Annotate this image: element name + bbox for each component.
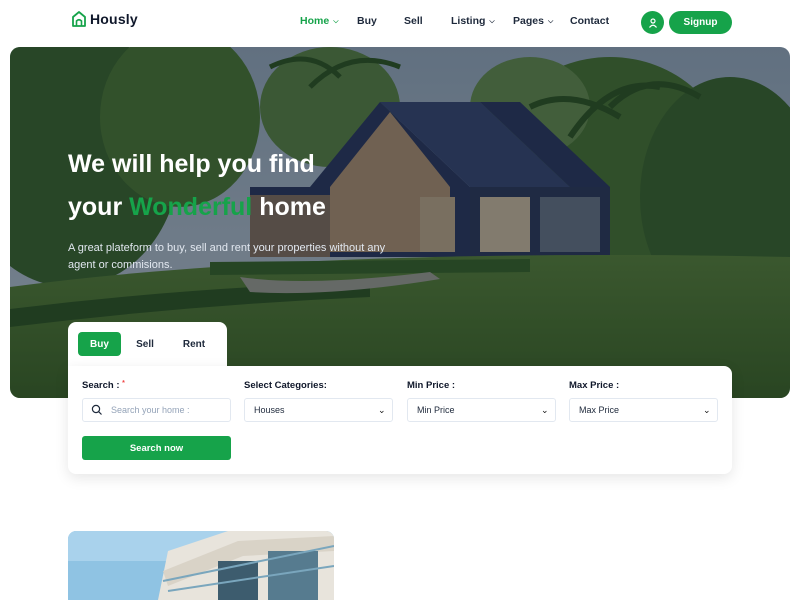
hero-title: We will help you find your Wonderful hom… [68, 143, 408, 229]
chevron-down-icon: ⌄ [541, 404, 549, 415]
building-image [68, 531, 334, 600]
required-mark: * [122, 380, 125, 387]
chevron-down-icon: ⌄ [703, 404, 711, 415]
tab-buy[interactable]: Buy [78, 332, 121, 356]
nav-item-buy[interactable]: Buy [357, 15, 387, 27]
chevron-down-icon: ⌵ [333, 17, 339, 25]
brand-logo[interactable]: Hously [72, 11, 138, 27]
nav-label: Sell [404, 15, 423, 27]
signup-button[interactable]: Signup [669, 11, 732, 34]
hero-title-highlight: Wonderful [129, 193, 253, 221]
navbar: Hously Home ⌵ Buy Sell Listing ⌵ Pages ⌵… [0, 0, 800, 44]
search-tabs: Buy Sell Rent [68, 322, 227, 366]
category-select[interactable]: Houses ⌄ [244, 398, 393, 422]
listing-card-image[interactable] [68, 531, 334, 600]
tab-rent[interactable]: Rent [173, 332, 215, 356]
search-now-button[interactable]: Search now [82, 436, 231, 460]
nav-label: Pages [513, 15, 544, 27]
house-outline-icon [72, 11, 86, 27]
user-icon [648, 17, 657, 28]
hero-subtitle: A great plateform to buy, sell and rent … [68, 242, 386, 271]
search-input[interactable]: Search your home : [82, 398, 231, 422]
max-price-value: Max Price [579, 405, 620, 415]
nav-item-pages[interactable]: Pages ⌵ [513, 15, 557, 27]
tab-sell[interactable]: Sell [125, 332, 165, 356]
max-price-select[interactable]: Max Price ⌄ [569, 398, 718, 422]
brand-name: Hously [90, 11, 138, 27]
chevron-down-icon: ⌵ [489, 17, 495, 25]
nav-item-sell[interactable]: Sell [404, 15, 434, 27]
hero-title-suffix: home [252, 193, 326, 221]
chevron-down-icon: ⌵ [547, 17, 554, 25]
search-label: Search : * [82, 380, 125, 391]
min-price-value: Min Price [417, 405, 455, 415]
nav-label: Contact [570, 15, 610, 27]
category-value: Houses [254, 405, 285, 415]
nav-item-listing[interactable]: Listing ⌵ [451, 15, 499, 27]
user-account-button[interactable] [641, 11, 664, 34]
nav-label: Listing [451, 15, 486, 27]
search-placeholder: Search your home : [111, 405, 190, 415]
nav-label: Buy [357, 15, 377, 27]
min-price-select[interactable]: Min Price ⌄ [407, 398, 556, 422]
nav-label: Home [300, 15, 330, 27]
search-label-text: Search : [82, 380, 120, 391]
search-icon [91, 404, 102, 415]
max-price-label: Max Price : [569, 380, 620, 391]
hero-title-line1: We will help you find [68, 150, 315, 178]
chevron-down-icon: ⌄ [378, 404, 386, 415]
nav-item-home[interactable]: Home ⌵ [300, 15, 342, 27]
hero-title-prefix: your [68, 193, 130, 221]
category-label: Select Categories: [244, 380, 327, 391]
search-card: Search : * Search your home : Select Cat… [68, 366, 732, 474]
min-price-label: Min Price : [407, 380, 456, 391]
nav-item-contact[interactable]: Contact [570, 15, 620, 27]
